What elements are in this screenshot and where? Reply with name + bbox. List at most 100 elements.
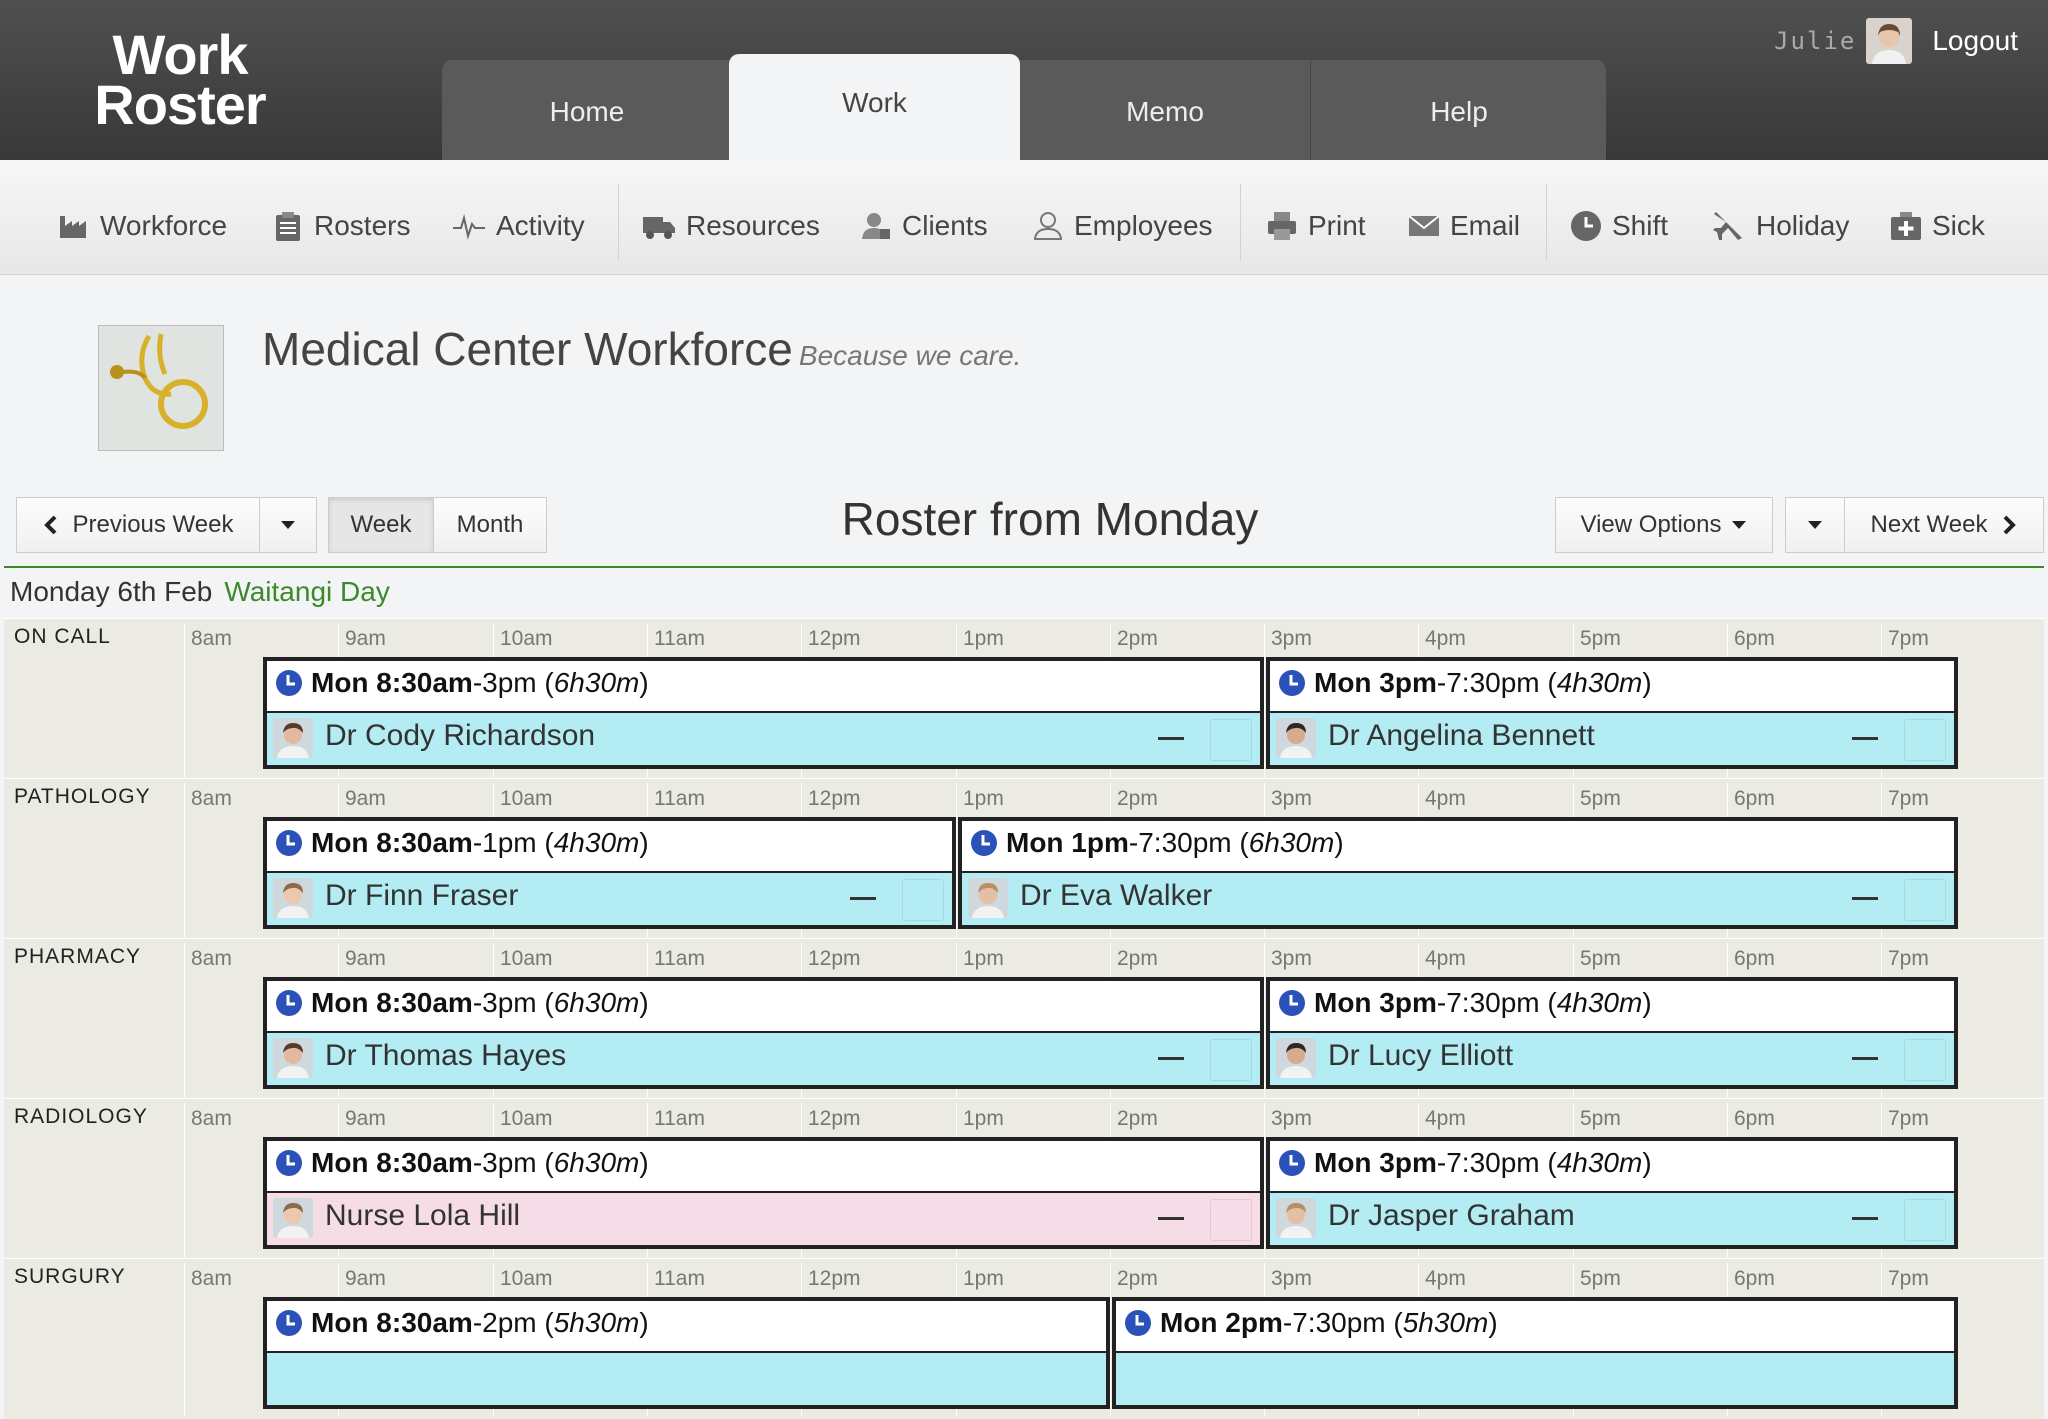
employee-name[interactable]: Dr Jasper Graham [1328, 1199, 1575, 1233]
toolbar-rosters[interactable]: Rosters [272, 204, 410, 248]
toolbar-activity[interactable]: Activity [452, 204, 585, 248]
assignee-checkbox[interactable] [1904, 1199, 1946, 1241]
employee-name[interactable]: Nurse Lola Hill [325, 1199, 520, 1233]
assignee-checkbox[interactable] [1210, 719, 1252, 761]
shift-block[interactable]: Mon 8:30am -3pm (6h30m) Nurse Lola Hill [263, 1137, 1264, 1249]
toolbar-employees[interactable]: Employees [1032, 204, 1213, 248]
assignee-checkbox[interactable] [1210, 1039, 1252, 1081]
previous-week-button[interactable]: Previous Week [16, 497, 260, 553]
week-view-button[interactable]: Week [328, 497, 434, 553]
user-avatar[interactable] [1866, 18, 1913, 64]
clock-icon [276, 1150, 302, 1176]
shift-assignee[interactable]: Dr Lucy Elliott [1270, 1031, 1954, 1085]
truck-icon [643, 217, 675, 239]
shift-block[interactable]: Mon 3pm -7:30pm (4h30m) Dr Jasper Graham [1266, 1137, 1958, 1249]
shift-start: Mon 1pm [1006, 827, 1129, 858]
shift-assignee[interactable] [1116, 1351, 1954, 1405]
toolbar-holiday[interactable]: Holiday [1712, 204, 1849, 248]
shift-block[interactable]: Mon 8:30am -1pm (4h30m) Dr Finn Fraser [263, 817, 956, 929]
tab-work[interactable]: Work [729, 54, 1020, 160]
toolbar-clients[interactable]: Clients [860, 204, 988, 248]
caret-down-icon [1732, 521, 1747, 529]
shift-start: Mon 8:30am [311, 667, 473, 698]
remove-assignee-button[interactable] [1158, 1217, 1184, 1220]
remove-assignee-button[interactable] [1852, 897, 1878, 900]
shift-start: Mon 8:30am [311, 1307, 473, 1338]
logout-link[interactable]: Logout [1932, 25, 2018, 57]
shift-time[interactable]: Mon 8:30am -3pm (6h30m) [275, 1147, 649, 1179]
next-week-dropdown[interactable] [1785, 497, 1845, 553]
shift-time[interactable]: Mon 3pm -7:30pm (4h30m) [1278, 1147, 1652, 1179]
shift-block[interactable]: Mon 8:30am -3pm (6h30m) Dr Cody Richardson [263, 657, 1264, 769]
assignee-checkbox[interactable] [1904, 879, 1946, 921]
shift-assignee[interactable]: Dr Eva Walker [962, 871, 1954, 925]
avatar [273, 878, 313, 918]
remove-assignee-button[interactable] [850, 897, 876, 900]
month-view-button[interactable]: Month [433, 497, 547, 553]
shift-block[interactable]: Mon 2pm -7:30pm (5h30m) [1112, 1297, 1958, 1409]
assignee-checkbox[interactable] [1210, 1199, 1252, 1241]
assignee-checkbox[interactable] [1904, 719, 1946, 761]
shift-time[interactable]: Mon 1pm -7:30pm (6h30m) [970, 827, 1344, 859]
shift-time[interactable]: Mon 3pm -7:30pm (4h30m) [1278, 987, 1652, 1019]
tab-memo[interactable]: Memo [1020, 60, 1310, 160]
toolbar-sick[interactable]: Sick [1890, 204, 1985, 248]
toolbar-print[interactable]: Print [1266, 204, 1366, 248]
remove-assignee-button[interactable] [1852, 737, 1878, 740]
assignee-checkbox[interactable] [902, 879, 944, 921]
employee-name[interactable]: Dr Angelina Bennett [1328, 719, 1595, 753]
shift-block[interactable]: Mon 3pm -7:30pm (4h30m) Dr Lucy Elliott [1266, 977, 1958, 1089]
shift-assignee[interactable]: Dr Jasper Graham [1270, 1191, 1954, 1245]
workforce-logo-image [98, 325, 224, 451]
next-week-button[interactable]: Next Week [1844, 497, 2044, 553]
shift-assignee[interactable]: Dr Thomas Hayes [267, 1031, 1260, 1085]
employee-name[interactable]: Dr Lucy Elliott [1328, 1039, 1513, 1073]
shift-time[interactable]: Mon 8:30am -3pm (6h30m) [275, 987, 649, 1019]
remove-assignee-button[interactable] [1852, 1057, 1878, 1060]
shift-assignee[interactable]: Nurse Lola Hill [267, 1191, 1260, 1245]
toolbar-shift[interactable]: Shift [1570, 204, 1668, 248]
app-logo[interactable]: Work Roster [80, 27, 280, 133]
shift-end: -3pm ( [472, 667, 554, 698]
remove-assignee-button[interactable] [1158, 737, 1184, 740]
shift-end: -7:30pm ( [1436, 667, 1557, 698]
avatar [1276, 718, 1316, 758]
shift-assignee[interactable]: Dr Angelina Bennett [1270, 711, 1954, 765]
remove-assignee-button[interactable] [1852, 1217, 1878, 1220]
shift-time[interactable]: Mon 8:30am -2pm (5h30m) [275, 1307, 649, 1339]
username[interactable]: Julie [1774, 27, 1856, 55]
shift-block[interactable]: Mon 3pm -7:30pm (4h30m) Dr Angelina Bennet… [1266, 657, 1958, 769]
assignee-checkbox[interactable] [1904, 1039, 1946, 1081]
caret-down-icon [1808, 521, 1822, 529]
shift-assignee[interactable]: Dr Cody Richardson [267, 711, 1260, 765]
employee-name[interactable]: Dr Eva Walker [1020, 879, 1212, 913]
toolbar-resources[interactable]: Resources [642, 204, 820, 248]
shift-block[interactable]: Mon 1pm -7:30pm (6h30m) Dr Eva Walker [958, 817, 1958, 929]
tab-home[interactable]: Home [442, 60, 732, 160]
shift-block[interactable]: Mon 8:30am -2pm (5h30m) [263, 1297, 1110, 1409]
toolbar-activity-label: Activity [496, 210, 585, 241]
employee-name[interactable]: Dr Thomas Hayes [325, 1039, 566, 1073]
tab-help[interactable]: Help [1310, 60, 1607, 160]
toolbar-separator [1546, 184, 1547, 260]
shift-time[interactable]: Mon 2pm -7:30pm (5h30m) [1124, 1307, 1498, 1339]
shift-time[interactable]: Mon 8:30am -1pm (4h30m) [275, 827, 649, 859]
employee-name[interactable]: Dr Finn Fraser [325, 879, 518, 913]
shift-block[interactable]: Mon 8:30am -3pm (6h30m) Dr Thomas Hayes [263, 977, 1264, 1089]
toolbar-workforce[interactable]: Workforce [58, 204, 227, 248]
roster-section: SURGURY 8am 9am 10am 11am 12pm 1pm 2pm 3pm 4pm 5pm… [4, 1258, 2044, 1419]
view-options-button[interactable]: View Options [1555, 497, 1773, 553]
shift-time[interactable]: Mon 8:30am -3pm (6h30m) [275, 667, 649, 699]
clock-icon [1125, 1310, 1151, 1336]
shift-duration: 5h30m) [1402, 1307, 1498, 1338]
toolbar-email[interactable]: Email [1408, 204, 1520, 248]
previous-week-dropdown[interactable] [259, 497, 317, 553]
remove-assignee-button[interactable] [1158, 1057, 1184, 1060]
shift-time[interactable]: Mon 3pm -7:30pm (4h30m) [1278, 667, 1652, 699]
employee-name[interactable]: Dr Cody Richardson [325, 719, 595, 753]
shift-end: -7:30pm ( [1436, 1147, 1557, 1178]
shift-assignee[interactable] [267, 1351, 1106, 1405]
avatar [1276, 1198, 1316, 1238]
shift-assignee[interactable]: Dr Finn Fraser [267, 871, 952, 925]
shift-start: Mon 2pm [1160, 1307, 1283, 1338]
